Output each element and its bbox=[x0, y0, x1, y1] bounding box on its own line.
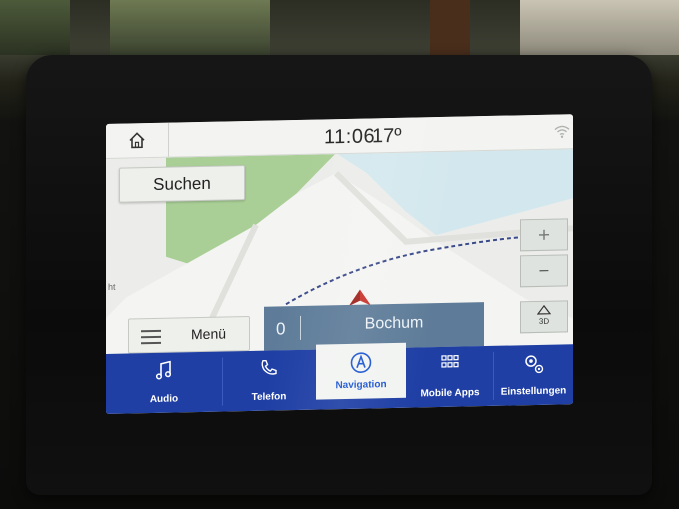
zoom-out-button[interactable]: – bbox=[520, 254, 568, 288]
tab-telefon[interactable]: Telefon bbox=[223, 350, 315, 412]
apps-grid-icon bbox=[441, 355, 459, 368]
search-button[interactable]: Suchen bbox=[119, 165, 245, 203]
background-window-center bbox=[110, 0, 270, 55]
destination-divider bbox=[300, 315, 301, 340]
tab-mobile-apps[interactable]: Mobile Apps bbox=[407, 346, 493, 408]
tab-einstellungen-label: Einstellungen bbox=[500, 385, 567, 398]
destination-city: Bochum bbox=[364, 314, 424, 333]
map-edge-label: ht bbox=[108, 282, 116, 292]
background-window-left bbox=[0, 0, 70, 55]
menu-label: Menü bbox=[191, 325, 227, 343]
hamburger-icon bbox=[141, 329, 161, 348]
tab-einstellungen[interactable]: Einstellungen bbox=[494, 344, 573, 406]
zoom-in-button[interactable] bbox=[520, 218, 568, 252]
zoom-out-label: – bbox=[539, 261, 549, 279]
tab-navigation[interactable]: Navigation bbox=[316, 342, 406, 400]
destination-value: 0 bbox=[276, 319, 286, 339]
zoom-in-icon bbox=[539, 229, 549, 240]
phone-icon bbox=[261, 359, 277, 375]
music-note-icon bbox=[155, 360, 172, 380]
infotainment-screen: ht 11:06 17º Suchen – 3D Menü 0 Bochum A… bbox=[106, 114, 573, 414]
background-window-right bbox=[520, 0, 679, 55]
background-pillar bbox=[430, 0, 470, 55]
tab-telefon-label: Telefon bbox=[251, 391, 287, 403]
navigation-icon bbox=[350, 352, 372, 373]
settings-gears-icon bbox=[524, 355, 543, 374]
tab-audio-label: Audio bbox=[149, 393, 179, 406]
tab-audio[interactable]: Audio bbox=[106, 352, 222, 414]
wifi-icon bbox=[554, 125, 570, 138]
view-mode-label: 3D bbox=[538, 316, 550, 326]
outside-temperature: 17º bbox=[372, 124, 402, 148]
home-icon bbox=[129, 132, 145, 149]
menu-button[interactable]: Menü bbox=[128, 315, 250, 354]
photo-scene: ht 11:06 17º Suchen – 3D Menü 0 Bochum A… bbox=[0, 0, 679, 509]
clock: 11:06 bbox=[324, 125, 376, 149]
bottom-nav-bar: Audio Telefon Navigation Mobile Apps Ein… bbox=[106, 342, 573, 414]
compass-icon bbox=[536, 304, 552, 315]
home-button[interactable] bbox=[106, 122, 169, 158]
view-mode-button[interactable]: 3D bbox=[520, 300, 568, 334]
tab-navigation-label: Navigation bbox=[335, 379, 387, 392]
tab-mobile-apps-label: Mobile Apps bbox=[420, 387, 480, 400]
